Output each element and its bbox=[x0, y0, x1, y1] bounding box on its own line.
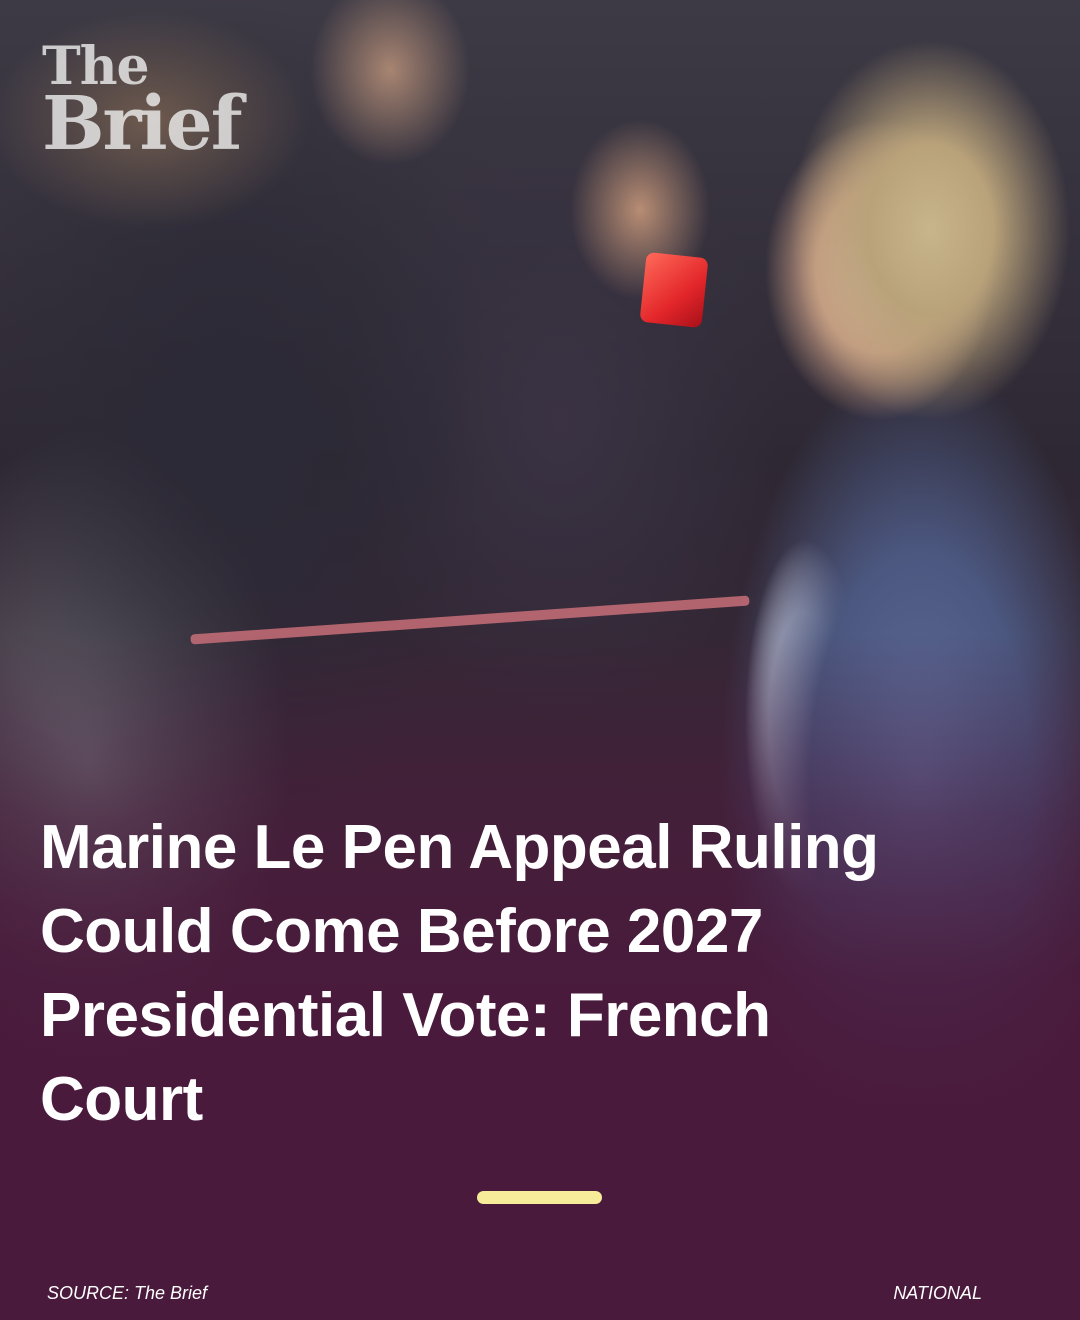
headline: Marine Le Pen Appeal Ruling Could Come B… bbox=[40, 813, 879, 1134]
news-card: The Brief Marine Le Pen Appeal Ruling Co… bbox=[0, 0, 1080, 1320]
category-label: NATIONAL bbox=[893, 1283, 982, 1303]
accent-bar bbox=[477, 1191, 602, 1204]
brand-logo: The Brief bbox=[42, 41, 243, 167]
logo-line-2: Brief bbox=[42, 80, 243, 167]
source-label: SOURCE: The Brief bbox=[47, 1283, 208, 1303]
